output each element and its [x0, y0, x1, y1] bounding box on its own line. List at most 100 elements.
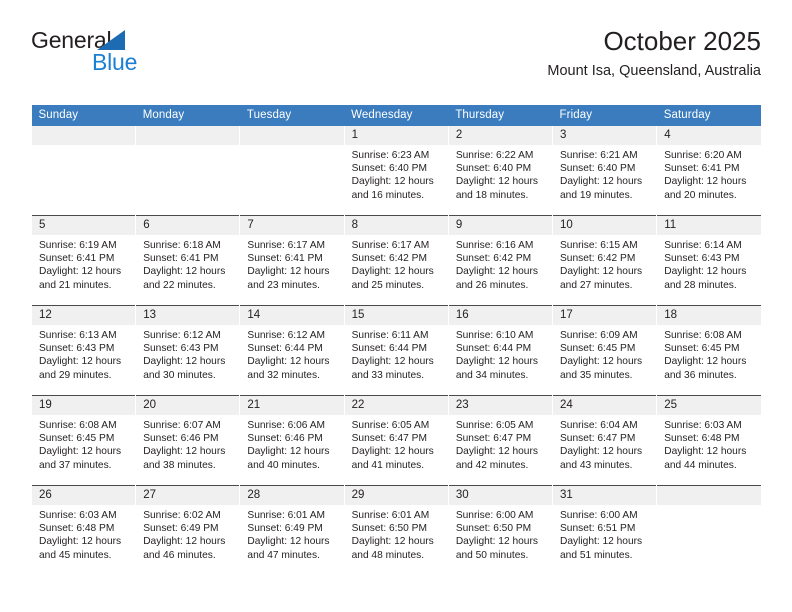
- sunset-text: Sunset: 6:50 PM: [351, 523, 427, 535]
- day-details: Sunrise: 6:23 AM Sunset: 6:40 PM Daylight:…: [345, 145, 448, 202]
- sunset-text: Sunset: 6:42 PM: [455, 253, 532, 265]
- page-title: October 2025: [603, 26, 761, 56]
- day-cell[interactable]: 24 Sunrise: 6:04 AM Sunset: 6:47 PM Dayligh…: [552, 395, 657, 486]
- daylight-text-1: Daylight: 12 hours: [351, 356, 434, 368]
- day-details: Sunrise: 6:08 AM Sunset: 6:45 PM Daylight:…: [32, 415, 135, 472]
- day-cell[interactable]: 4 Sunrise: 6:20 AM Sunset: 6:41 PM Daylight…: [656, 126, 761, 216]
- daylight-text-1: Daylight: 12 hours: [560, 446, 643, 458]
- sunrise-text: Sunrise: 6:20 AM: [664, 150, 742, 161]
- sunset-text: Sunset: 6:40 PM: [455, 163, 532, 175]
- sunset-text: Sunset: 6:42 PM: [351, 253, 427, 265]
- sunset-text: Sunset: 6:46 PM: [247, 433, 323, 445]
- calendar-week-row: 26 Sunrise: 6:03 AM Sunset: 6:48 PM Dayligh…: [30, 485, 761, 575]
- daylight-text-2: and 46 minutes.: [143, 549, 216, 561]
- day-details: Sunrise: 6:05 AM Sunset: 6:47 PM Daylight:…: [345, 415, 448, 472]
- sunset-text: Sunset: 6:40 PM: [351, 163, 427, 175]
- day-number: [657, 486, 761, 505]
- day-number: 28: [240, 486, 344, 505]
- day-cell[interactable]: 31 Sunrise: 6:00 AM Sunset: 6:51 PM Dayligh…: [552, 485, 657, 575]
- daylight-text-2: and 42 minutes.: [455, 459, 529, 471]
- daylight-text-2: and 51 minutes.: [560, 549, 633, 561]
- daylight-text-2: and 26 minutes.: [455, 279, 529, 291]
- sunrise-text: Sunrise: 6:21 AM: [560, 150, 638, 161]
- day-cell[interactable]: 11 Sunrise: 6:14 AM Sunset: 6:43 PM Dayligh…: [656, 215, 761, 306]
- day-cell[interactable]: 14 Sunrise: 6:12 AM Sunset: 6:44 PM Dayligh…: [239, 305, 345, 396]
- day-cell[interactable]: 30 Sunrise: 6:00 AM Sunset: 6:50 PM Dayligh…: [447, 485, 553, 575]
- daylight-text-1: Daylight: 12 hours: [351, 176, 434, 188]
- day-cell[interactable]: 17 Sunrise: 6:09 AM Sunset: 6:45 PM Dayligh…: [552, 305, 657, 396]
- day-number: [32, 126, 136, 145]
- sunrise-text: Sunrise: 6:23 AM: [351, 150, 430, 161]
- day-cell[interactable]: 16 Sunrise: 6:10 AM Sunset: 6:44 PM Dayligh…: [447, 305, 553, 396]
- day-number: 27: [136, 486, 240, 505]
- sunset-text: Sunset: 6:48 PM: [664, 433, 740, 445]
- day-cell[interactable]: 19 Sunrise: 6:08 AM Sunset: 6:45 PM Dayligh…: [30, 395, 136, 486]
- day-cell[interactable]: 20 Sunrise: 6:07 AM Sunset: 6:46 PM Dayligh…: [135, 395, 240, 486]
- general-blue-logo[interactable]: General Blue: [31, 28, 231, 82]
- day-cell[interactable]: 26 Sunrise: 6:03 AM Sunset: 6:48 PM Dayligh…: [30, 485, 136, 575]
- day-cell[interactable]: 3 Sunrise: 6:21 AM Sunset: 6:40 PM Daylight…: [552, 126, 657, 216]
- daylight-text-1: Daylight: 12 hours: [455, 176, 538, 188]
- day-cell[interactable]: 28 Sunrise: 6:01 AM Sunset: 6:49 PM Dayligh…: [239, 485, 345, 575]
- day-number: 5: [32, 216, 136, 235]
- sunrise-text: Sunrise: 6:19 AM: [39, 240, 117, 251]
- day-details: Sunrise: 6:05 AM Sunset: 6:47 PM Daylight:…: [449, 415, 552, 472]
- day-number: 23: [448, 396, 553, 415]
- day-details: Sunrise: 6:21 AM Sunset: 6:40 PM Daylight:…: [553, 145, 656, 202]
- sunset-text: Sunset: 6:44 PM: [247, 343, 323, 355]
- day-details: Sunrise: 6:11 AM Sunset: 6:44 PM Daylight:…: [345, 325, 448, 382]
- sunset-text: Sunset: 6:47 PM: [455, 433, 532, 445]
- day-cell[interactable]: 7 Sunrise: 6:17 AM Sunset: 6:41 PM Daylight…: [239, 215, 345, 306]
- day-cell[interactable]: 25 Sunrise: 6:03 AM Sunset: 6:48 PM Dayligh…: [656, 395, 761, 486]
- sunset-text: Sunset: 6:41 PM: [664, 163, 740, 175]
- daylight-text-1: Daylight: 12 hours: [664, 446, 747, 458]
- daylight-text-2: and 22 minutes.: [143, 279, 216, 291]
- calendar-page: General Blue October 2025 Mount Isa, Que…: [0, 0, 792, 612]
- day-cell[interactable]: 13 Sunrise: 6:12 AM Sunset: 6:43 PM Dayligh…: [135, 305, 240, 396]
- daylight-text-2: and 20 minutes.: [664, 189, 737, 201]
- daylight-text-2: and 50 minutes.: [455, 549, 529, 561]
- daylight-text-1: Daylight: 12 hours: [351, 446, 434, 458]
- day-cell[interactable]: 9 Sunrise: 6:16 AM Sunset: 6:42 PM Daylight…: [447, 215, 553, 306]
- blue-triangle-icon: [97, 30, 125, 50]
- logo-text-blue: Blue: [92, 49, 138, 75]
- day-cell[interactable]: 27 Sunrise: 6:02 AM Sunset: 6:49 PM Dayligh…: [135, 485, 240, 575]
- day-cell[interactable]: 5 Sunrise: 6:19 AM Sunset: 6:41 PM Daylight…: [30, 215, 136, 306]
- day-cell[interactable]: 8 Sunrise: 6:17 AM Sunset: 6:42 PM Daylight…: [343, 215, 449, 306]
- daylight-text-2: and 27 minutes.: [560, 279, 633, 291]
- daylight-text-1: Daylight: 12 hours: [143, 266, 226, 278]
- day-cell[interactable]: 18 Sunrise: 6:08 AM Sunset: 6:45 PM Dayligh…: [656, 305, 761, 396]
- calendar-week-row: 12 Sunrise: 6:13 AM Sunset: 6:43 PM Dayligh…: [30, 305, 761, 396]
- sunset-text: Sunset: 6:43 PM: [39, 343, 115, 355]
- day-number: 16: [448, 306, 553, 325]
- daylight-text-2: and 40 minutes.: [247, 459, 320, 471]
- sunset-text: Sunset: 6:50 PM: [455, 523, 532, 535]
- sunset-text: Sunset: 6:48 PM: [39, 523, 115, 535]
- day-details: Sunrise: 6:10 AM Sunset: 6:44 PM Daylight:…: [449, 325, 552, 382]
- weekday-header-sunday: Sunday: [31, 105, 136, 126]
- daylight-text-2: and 28 minutes.: [664, 279, 737, 291]
- day-number: 15: [344, 306, 448, 325]
- day-cell[interactable]: 23 Sunrise: 6:05 AM Sunset: 6:47 PM Dayligh…: [447, 395, 553, 486]
- daylight-text-2: and 32 minutes.: [247, 369, 320, 381]
- daylight-text-1: Daylight: 12 hours: [351, 536, 434, 548]
- title-block: October 2025 Mount Isa, Queensland, Aust…: [547, 26, 761, 80]
- daylight-text-1: Daylight: 12 hours: [455, 356, 538, 368]
- daylight-text-2: and 29 minutes.: [39, 369, 112, 381]
- day-cell[interactable]: 1 Sunrise: 6:23 AM Sunset: 6:40 PM Daylight…: [343, 126, 449, 216]
- sunrise-text: Sunrise: 6:00 AM: [455, 510, 534, 521]
- day-cell[interactable]: 6 Sunrise: 6:18 AM Sunset: 6:41 PM Daylight…: [135, 215, 240, 306]
- day-number: 11: [657, 216, 761, 235]
- daylight-text-2: and 37 minutes.: [39, 459, 112, 471]
- day-details: Sunrise: 6:01 AM Sunset: 6:50 PM Daylight:…: [345, 505, 448, 562]
- sunset-text: Sunset: 6:43 PM: [143, 343, 219, 355]
- day-cell[interactable]: 2 Sunrise: 6:22 AM Sunset: 6:40 PM Daylight…: [447, 126, 553, 216]
- day-cell[interactable]: 29 Sunrise: 6:01 AM Sunset: 6:50 PM Dayligh…: [343, 485, 449, 575]
- day-cell[interactable]: 12 Sunrise: 6:13 AM Sunset: 6:43 PM Dayligh…: [30, 305, 136, 396]
- day-cell[interactable]: 21 Sunrise: 6:06 AM Sunset: 6:46 PM Dayligh…: [239, 395, 345, 486]
- day-number: 4: [657, 126, 761, 145]
- day-cell[interactable]: 15 Sunrise: 6:11 AM Sunset: 6:44 PM Dayligh…: [343, 305, 449, 396]
- day-cell[interactable]: 22 Sunrise: 6:05 AM Sunset: 6:47 PM Dayligh…: [343, 395, 449, 486]
- day-number: 8: [344, 216, 448, 235]
- day-cell[interactable]: 10 Sunrise: 6:15 AM Sunset: 6:42 PM Dayligh…: [552, 215, 657, 306]
